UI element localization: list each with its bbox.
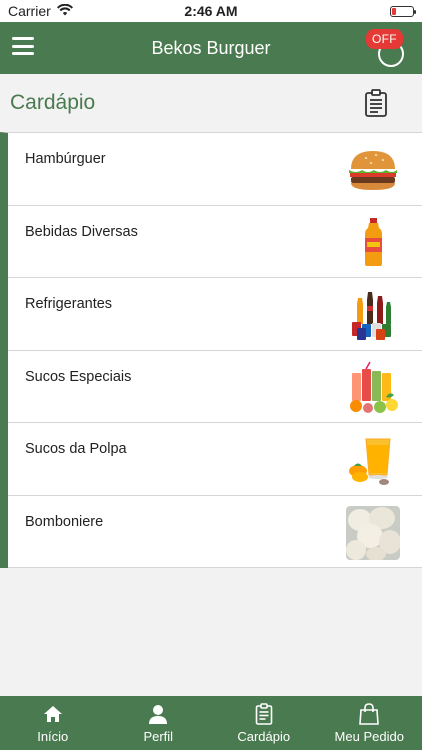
page-header: Cardápio — [0, 74, 422, 132]
clipboard-icon[interactable] — [360, 87, 392, 119]
status-bar: Carrier 2:46 AM — [0, 0, 422, 22]
carrier-label: Carrier — [8, 3, 51, 19]
candy-image — [346, 505, 400, 560]
burger-image — [349, 151, 397, 190]
menu-item-bebidas-diversas[interactable]: Bebidas Diversas — [8, 205, 422, 278]
pulp-juice-image — [349, 438, 391, 485]
tab-perfil[interactable]: Perfil — [106, 696, 212, 750]
menu-item-label: Sucos Especiais — [25, 368, 132, 385]
bottom-tab-bar: Início Perfil Cardápio Meu Pedido — [0, 696, 422, 750]
menu-item-bomboniere[interactable]: Bomboniere — [8, 495, 422, 568]
tab-label: Meu Pedido — [334, 728, 404, 744]
menu-item-label: Hambúrguer — [25, 151, 106, 167]
menu-item-refrigerantes[interactable]: Refrigerantes — [8, 278, 422, 351]
tab-cardapio[interactable]: Cardápio — [211, 696, 317, 750]
tab-inicio[interactable]: Início — [0, 696, 106, 750]
tab-label: Início — [37, 728, 69, 744]
fruit-juices-image — [350, 361, 398, 413]
app-bar: Bekos Burguer OFF — [0, 22, 422, 74]
status-badge: OFF — [366, 29, 403, 49]
menu-item-label: Sucos da Polpa — [25, 441, 127, 457]
user-icon — [147, 703, 169, 725]
wifi-icon — [56, 3, 73, 19]
tab-label: Perfil — [143, 728, 174, 744]
menu-item-hamburguer[interactable]: Hambúrguer — [8, 133, 422, 206]
tab-label: Cardápio — [237, 728, 291, 744]
tab-meu-pedido[interactable]: Meu Pedido — [317, 696, 422, 750]
menu-item-label: Bebidas Diversas — [25, 223, 138, 240]
menu-item-sucos-da-polpa[interactable]: Sucos da Polpa — [8, 423, 422, 496]
juice-bottle-image — [365, 217, 382, 266]
menu-list: Hambúrguer Bebidas Diversas Refrigerante… — [0, 132, 422, 568]
home-icon — [42, 703, 64, 725]
shopping-bag-icon — [358, 702, 380, 725]
menu-item-label: Bomboniere — [25, 513, 104, 530]
page-title: Cardápio — [10, 91, 96, 114]
soft-drinks-image — [352, 292, 391, 340]
app-title: Bekos Burguer — [151, 37, 271, 58]
hamburger-menu-icon[interactable] — [12, 37, 34, 55]
status-left: Carrier — [8, 3, 73, 19]
store-status-button[interactable]: OFF — [366, 29, 408, 67]
clipboard-icon — [253, 702, 275, 725]
battery-icon — [390, 5, 416, 17]
menu-item-sucos-especiais[interactable]: Sucos Especiais — [8, 350, 422, 423]
menu-item-label: Refrigerantes — [25, 296, 113, 312]
